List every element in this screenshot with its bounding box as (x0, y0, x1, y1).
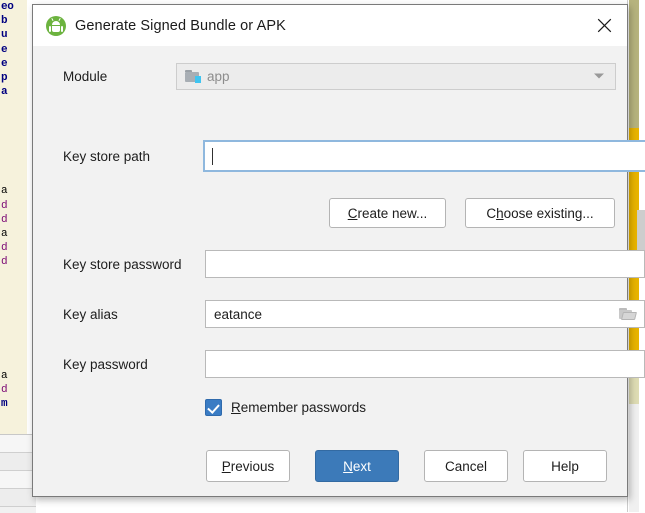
code-line (0, 114, 27, 128)
code-line: p (0, 71, 27, 85)
code-line (0, 298, 27, 312)
keystore-path-input[interactable] (203, 140, 645, 172)
create-new-mnemonic: C (348, 206, 358, 221)
next-button[interactable]: Next (315, 450, 399, 482)
code-line: a (0, 85, 27, 99)
choose-existing-button[interactable]: Choose existing... (465, 198, 615, 228)
scrollbar-marker-olive (629, 0, 639, 128)
cancel-button[interactable]: Cancel (424, 450, 508, 482)
code-line (0, 284, 27, 298)
key-alias-label: Key alias (63, 307, 118, 322)
panel-strip (0, 471, 36, 489)
choose-existing-prefix: C (486, 206, 496, 221)
code-line (0, 156, 27, 170)
scrollbar-marker-khaki (629, 376, 639, 404)
keystore-password-row: Key store password (33, 250, 627, 278)
code-line (0, 99, 27, 113)
close-icon[interactable] (587, 9, 621, 41)
check-icon (207, 401, 220, 414)
key-password-row: Key password (33, 350, 627, 378)
code-line: e (0, 43, 27, 57)
code-line: d (0, 241, 27, 255)
keystore-path-label: Key store path (63, 149, 150, 164)
code-line: m (0, 397, 27, 411)
next-mnemonic: N (343, 459, 353, 474)
previous-suffix: revious (231, 459, 275, 474)
keystore-password-input[interactable] (205, 250, 645, 278)
code-line: a (0, 184, 27, 198)
code-line (0, 170, 27, 184)
open-folder-icon[interactable] (619, 307, 636, 321)
previous-mnemonic: P (222, 459, 231, 474)
android-robot-icon (46, 16, 66, 36)
choose-existing-mnemonic: h (496, 206, 504, 221)
create-new-suffix: reate new... (357, 206, 427, 221)
choose-existing-suffix: oose existing... (504, 206, 594, 221)
text-caret (212, 148, 213, 165)
editor-bottom-panel (0, 434, 36, 513)
dialog-title: Generate Signed Bundle or APK (75, 18, 286, 34)
folder-module-icon (185, 70, 201, 83)
code-line (0, 270, 27, 284)
code-line (0, 128, 27, 142)
keystore-path-row: Key store path (33, 142, 627, 170)
code-line: d (0, 255, 27, 269)
key-alias-row: Key alias eatance (33, 300, 627, 328)
keystore-password-label: Key store password (63, 257, 182, 272)
code-line: d (0, 383, 27, 397)
code-line: a (0, 227, 27, 241)
module-row: Module app (33, 62, 627, 90)
generate-signed-bundle-dialog: Generate Signed Bundle or APK Module app… (32, 4, 628, 497)
key-password-input[interactable] (205, 350, 645, 378)
panel-strip (0, 435, 36, 453)
key-alias-input[interactable]: eatance (205, 300, 645, 328)
code-line: d (0, 199, 27, 213)
keystore-action-buttons: Create new... Choose existing... (33, 198, 627, 228)
module-selected-value: app (207, 69, 230, 84)
remember-mnemonic: R (231, 400, 241, 415)
code-line: b (0, 14, 27, 28)
code-line: a (0, 369, 27, 383)
dialog-body: Module app Key store path Create new... (33, 46, 627, 496)
code-line: e (0, 57, 27, 71)
code-line (0, 326, 27, 340)
code-editor-area[interactable]: eo b u e e p a a d d a d d a d m (0, 0, 27, 434)
key-alias-value: eatance (214, 307, 262, 322)
dialog-title-bar: Generate Signed Bundle or APK (33, 5, 627, 46)
panel-strip (0, 489, 36, 507)
code-line (0, 142, 27, 156)
dialog-footer: Previous Next Cancel Help (33, 450, 627, 482)
code-line (0, 341, 27, 355)
chevron-down-icon (594, 74, 604, 79)
remember-passwords-label: Remember passwords (231, 400, 366, 415)
code-line (0, 312, 27, 326)
key-password-label: Key password (63, 357, 148, 372)
module-label: Module (63, 69, 107, 84)
code-line: d (0, 213, 27, 227)
remember-passwords-row[interactable]: Remember passwords (205, 396, 366, 418)
module-dropdown[interactable]: app (176, 63, 616, 90)
remember-passwords-checkbox[interactable] (205, 399, 222, 416)
code-line: u (0, 28, 27, 42)
code-line: eo (0, 0, 27, 14)
help-button[interactable]: Help (523, 450, 607, 482)
remember-suffix: emember passwords (241, 400, 366, 415)
code-line (0, 355, 27, 369)
previous-button[interactable]: Previous (206, 450, 290, 482)
panel-strip (0, 453, 36, 471)
next-suffix: ext (353, 459, 371, 474)
create-new-button[interactable]: Create new... (329, 198, 446, 228)
